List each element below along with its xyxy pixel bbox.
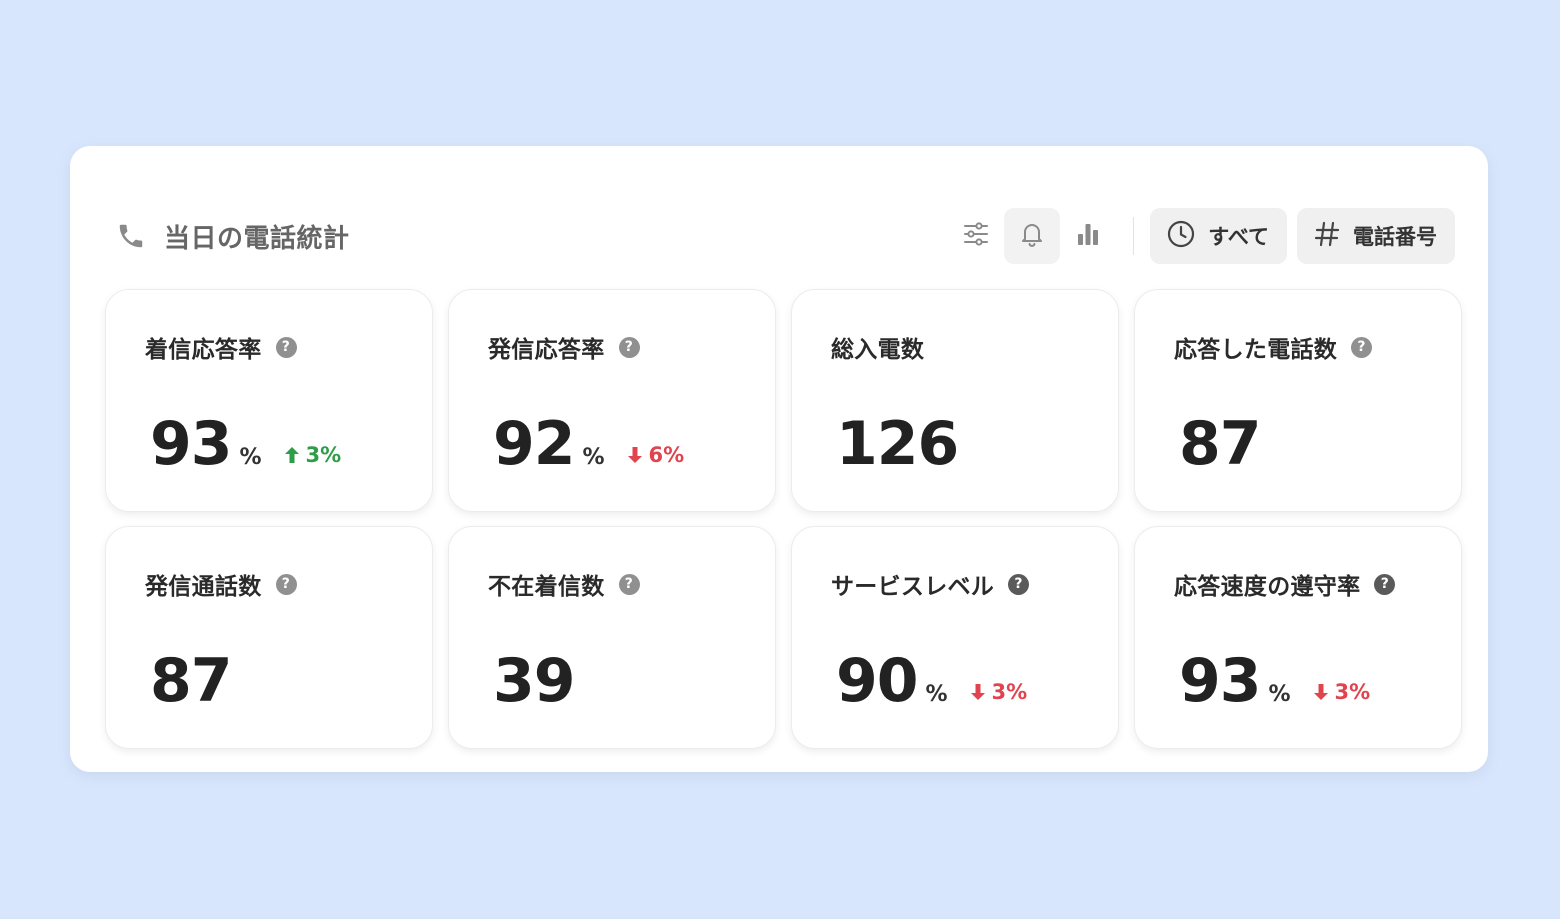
toolbar: すべて 電話番号 bbox=[948, 208, 1455, 264]
stat-value: 87 bbox=[150, 646, 232, 716]
stat-value-row: 93 % 3% bbox=[150, 412, 341, 476]
stat-card-outgoing-answer-rate[interactable]: 発信応答率 ? 92 % 6% bbox=[448, 289, 776, 512]
stat-card-outgoing-calls[interactable]: 発信通話数 ? 87 bbox=[105, 526, 433, 749]
stat-value-row: 87 bbox=[150, 649, 232, 713]
phone-stats-panel: 当日の電話統計 すべて 電話番号 着信応答率 ? 93 % 3% 発信応答率 ?… bbox=[70, 146, 1488, 772]
stat-card-response-compliance[interactable]: 応答速度の遵守率 ? 93 % 3% bbox=[1134, 526, 1462, 749]
stat-card-answered-calls[interactable]: 応答した電話数 ? 87 bbox=[1134, 289, 1462, 512]
stat-label-row: 応答した電話数 ? bbox=[1174, 330, 1373, 364]
stat-label: 発信応答率 bbox=[488, 337, 605, 363]
stat-unit: % bbox=[1268, 682, 1291, 707]
phone-number-filter-button[interactable]: 電話番号 bbox=[1297, 208, 1455, 264]
arrow-up-icon bbox=[284, 446, 300, 464]
stat-label: サービスレベル bbox=[831, 574, 995, 600]
stat-delta: 3% bbox=[970, 680, 1028, 704]
stat-value-row: 126 bbox=[836, 409, 959, 479]
phone-number-filter-label: 電話番号 bbox=[1353, 225, 1437, 249]
bar-chart-icon bbox=[1074, 220, 1102, 252]
stats-grid: 着信応答率 ? 93 % 3% 発信応答率 ? 92 % 6% 総入電数 126… bbox=[105, 289, 1462, 749]
stat-label-row: 不在着信数 ? bbox=[488, 567, 640, 601]
bell-icon bbox=[1018, 220, 1046, 252]
stat-label-row: サービスレベル ? bbox=[831, 567, 1030, 601]
stat-unit: % bbox=[582, 445, 605, 470]
notification-button[interactable] bbox=[1004, 208, 1061, 264]
arrow-down-icon bbox=[627, 446, 643, 464]
stat-value-row: 92 % 6% bbox=[493, 412, 684, 476]
stat-label-row: 着信応答率 ? bbox=[145, 330, 297, 364]
stat-label-row: 総入電数 bbox=[831, 330, 924, 364]
stat-label: 応答速度の遵守率 bbox=[1174, 574, 1361, 600]
page-title: 当日の電話統計 bbox=[164, 223, 350, 254]
title-area: 当日の電話統計 bbox=[116, 208, 350, 264]
stat-value: 39 bbox=[493, 646, 575, 716]
stat-delta-value: 3% bbox=[1334, 680, 1371, 704]
filter-settings-button[interactable] bbox=[948, 208, 1004, 264]
stat-value: 93 bbox=[1179, 646, 1261, 716]
stat-value: 126 bbox=[836, 409, 959, 479]
help-icon[interactable]: ? bbox=[618, 573, 640, 595]
stat-card-service-level[interactable]: サービスレベル ? 90 % 3% bbox=[791, 526, 1119, 749]
stat-label: 着信応答率 bbox=[145, 337, 262, 363]
help-icon[interactable]: ? bbox=[1008, 573, 1030, 595]
panel-header: 当日の電話統計 すべて 電話番号 bbox=[70, 208, 1488, 264]
stat-value: 87 bbox=[1179, 409, 1261, 479]
arrow-down-icon bbox=[970, 683, 986, 701]
stat-card-total-incoming[interactable]: 総入電数 126 bbox=[791, 289, 1119, 512]
stat-delta: 3% bbox=[284, 443, 342, 467]
help-icon[interactable]: ? bbox=[618, 336, 640, 358]
period-filter-button[interactable]: すべて bbox=[1150, 208, 1287, 264]
chart-view-button[interactable] bbox=[1060, 208, 1116, 264]
hash-icon bbox=[1313, 220, 1341, 253]
stat-label: 総入電数 bbox=[831, 337, 925, 363]
stat-unit: % bbox=[925, 682, 948, 707]
stat-label-row: 発信通話数 ? bbox=[145, 567, 297, 601]
stat-value-row: 87 bbox=[1179, 412, 1261, 476]
phone-icon bbox=[116, 221, 146, 251]
help-icon[interactable]: ? bbox=[275, 336, 297, 358]
stat-value-row: 93 % 3% bbox=[1179, 649, 1370, 713]
help-icon[interactable]: ? bbox=[1374, 573, 1396, 595]
stat-label: 応答した電話数 bbox=[1174, 337, 1338, 363]
stat-value: 92 bbox=[493, 409, 575, 479]
stat-value-row: 90 % 3% bbox=[836, 649, 1027, 713]
stat-unit: % bbox=[239, 445, 262, 470]
stat-delta: 3% bbox=[1313, 680, 1371, 704]
help-icon[interactable]: ? bbox=[1351, 336, 1373, 358]
stat-delta-value: 3% bbox=[991, 680, 1028, 704]
stat-card-missed-calls[interactable]: 不在着信数 ? 39 bbox=[448, 526, 776, 749]
clock-icon bbox=[1166, 219, 1196, 254]
stat-delta-value: 3% bbox=[305, 443, 342, 467]
stat-label-row: 応答速度の遵守率 ? bbox=[1174, 567, 1396, 601]
stat-value-row: 39 bbox=[493, 649, 575, 713]
stat-value: 93 bbox=[150, 409, 232, 479]
stat-label: 発信通話数 bbox=[145, 574, 262, 600]
stat-delta: 6% bbox=[627, 443, 685, 467]
toolbar-divider bbox=[1133, 217, 1135, 255]
stat-delta-value: 6% bbox=[648, 443, 685, 467]
period-filter-label: すべて bbox=[1208, 225, 1269, 249]
sliders-icon bbox=[962, 220, 990, 252]
stat-label-row: 発信応答率 ? bbox=[488, 330, 640, 364]
stat-value: 90 bbox=[836, 646, 918, 716]
help-icon[interactable]: ? bbox=[275, 573, 297, 595]
stat-card-incoming-answer-rate[interactable]: 着信応答率 ? 93 % 3% bbox=[105, 289, 433, 512]
arrow-down-icon bbox=[1313, 683, 1329, 701]
stat-label: 不在着信数 bbox=[488, 574, 605, 600]
